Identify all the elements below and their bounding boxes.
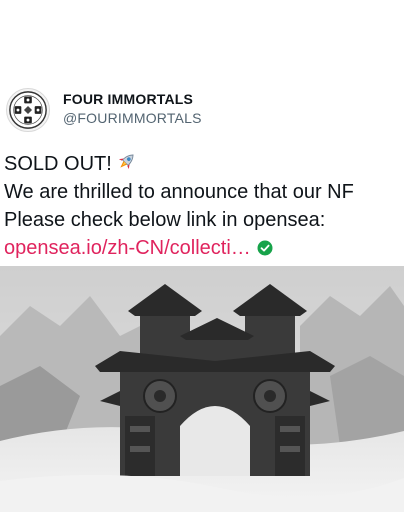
rocket-emoji-icon xyxy=(114,150,138,178)
tweet-line-2: We are thrilled to announce that our NF xyxy=(4,181,354,203)
tweet-line-3: Please check below link in opensea: xyxy=(4,209,326,231)
tweet-line-1: SOLD OUT! xyxy=(4,150,404,178)
ancient-chinese-gate-image[interactable] xyxy=(0,266,404,512)
tweet-line-text: SOLD OUT! xyxy=(4,153,112,175)
four-immortals-logo-icon[interactable] xyxy=(6,88,50,132)
tweet-text: SOLD OUT! We are thrilled to announce th… xyxy=(4,150,404,262)
author-handle[interactable]: @FOURIMMORTALS xyxy=(63,110,202,126)
author-display-name[interactable]: FOUR IMMORTALS xyxy=(63,91,193,107)
tweet-header: FOUR IMMORTALS @FOURIMMORTALS xyxy=(0,88,404,134)
opensea-link[interactable]: opensea.io/zh-CN/collecti… xyxy=(4,237,251,259)
verified-check-icon xyxy=(257,236,273,262)
tweet-line-4: opensea.io/zh-CN/collecti… xyxy=(4,234,404,262)
